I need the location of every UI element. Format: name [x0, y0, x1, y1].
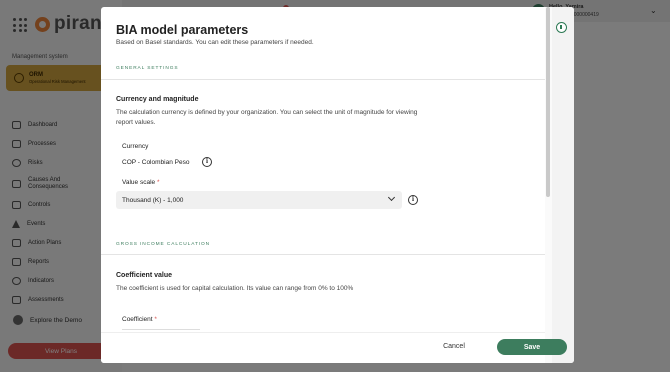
currency-label: Currency — [122, 143, 149, 150]
modal-title: BIA model parameters — [116, 23, 249, 37]
info-badge-icon[interactable] — [556, 22, 567, 33]
modal-footer — [101, 332, 545, 363]
bia-parameters-modal: BIA model parameters Based on Basel stan… — [101, 7, 574, 363]
value-scale-info-icon[interactable]: i — [408, 195, 418, 205]
currency-block-title: Currency and magnitude — [116, 96, 199, 103]
divider — [101, 79, 545, 80]
modal-subtitle: Based on Basel standards. You can edit t… — [116, 39, 314, 46]
save-button[interactable]: Save — [497, 339, 567, 355]
chevron-down-icon — [387, 193, 396, 202]
value-scale-select[interactable]: Thousand (K) - 1,000 — [116, 191, 402, 209]
currency-info-icon[interactable]: i — [202, 157, 212, 167]
coefficient-block-description: The coefficient is used for capital calc… — [116, 285, 354, 292]
section-label-gross-income: GROSS INCOME CALCULATION — [116, 242, 211, 247]
coefficient-label: Coefficient * — [122, 316, 157, 323]
currency-block-description: The calculation currency is defined by y… — [116, 109, 418, 126]
side-panel — [552, 7, 574, 363]
value-scale-selected: Thousand (K) - 1,000 — [122, 196, 184, 204]
value-scale-label: Value scale * — [122, 179, 160, 186]
cancel-button[interactable]: Cancel — [435, 338, 473, 354]
modal-scroll-area[interactable]: GENERAL SETTINGS Currency and magnitude … — [101, 55, 545, 332]
coefficient-input[interactable] — [122, 329, 200, 330]
scrollbar-thumb[interactable] — [546, 7, 550, 197]
section-label-general: GENERAL SETTINGS — [116, 66, 179, 71]
divider — [101, 254, 545, 255]
coefficient-block-title: Coefficient value — [116, 272, 173, 279]
currency-value: COP - Colombian Peso — [122, 159, 190, 166]
